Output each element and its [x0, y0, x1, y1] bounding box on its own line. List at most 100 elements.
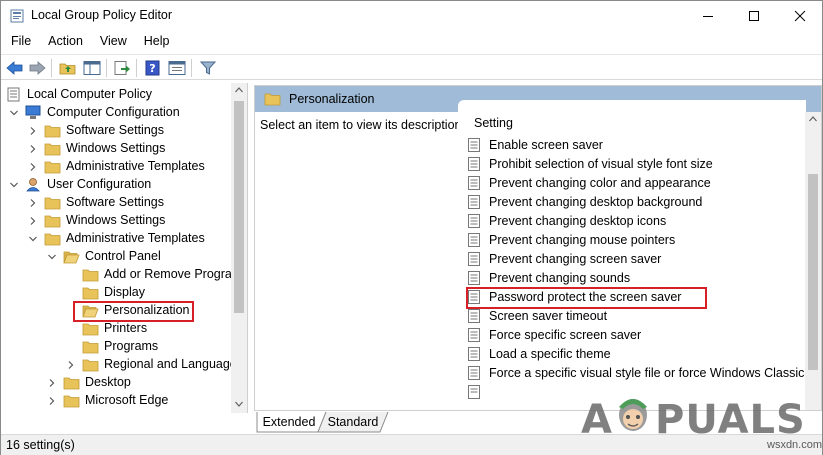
policy-setting-icon [468, 328, 480, 342]
menu-file[interactable]: File [1, 32, 38, 52]
folder-icon [82, 323, 99, 336]
chevron-right-icon [30, 217, 36, 225]
policy-setting-icon [468, 347, 480, 361]
chevron-right-icon [30, 163, 36, 171]
show-hide-tree-button[interactable] [82, 58, 102, 78]
folder-icon [82, 359, 99, 372]
folder-icon [82, 341, 99, 354]
folder-open-icon [63, 251, 80, 264]
up-folder-button[interactable] [58, 58, 78, 78]
computer-icon [25, 105, 41, 119]
scroll-down-icon [235, 401, 243, 407]
tree-scrollbar[interactable] [231, 83, 247, 413]
chevron-right-icon [30, 199, 36, 207]
folder-icon [44, 233, 61, 246]
setting-item-partial[interactable] [468, 383, 480, 399]
chevron-right-icon [30, 127, 36, 135]
menu-bar: File Action View Help [1, 32, 177, 52]
toolbar-separator [136, 59, 137, 77]
folder-icon [63, 377, 80, 390]
folder-icon [82, 287, 99, 300]
maximize-button[interactable] [731, 1, 777, 31]
tab-standard[interactable]: Standard [322, 412, 384, 432]
back-button[interactable] [5, 58, 25, 78]
minimize-button[interactable] [685, 1, 731, 31]
details-pane: Personalization Select an item to view i… [254, 85, 822, 411]
svg-text:?: ? [149, 62, 155, 75]
personalization-highlight [73, 301, 194, 322]
window: Local Group Policy Editor File Action Vi… [0, 0, 823, 455]
user-icon [26, 178, 40, 192]
export-list-button[interactable] [112, 58, 132, 78]
arrow-right-icon [29, 61, 46, 75]
toolbar-separator [191, 59, 192, 77]
arrow-left-icon [6, 61, 23, 75]
chevron-down-icon [10, 182, 18, 188]
site-watermark: wsxdn.com [767, 439, 823, 451]
filter-button[interactable] [198, 58, 218, 78]
chevron-down-icon [29, 236, 37, 242]
tree-pane: Local Computer Policy Computer Configura… [1, 83, 248, 413]
maximize-icon [749, 11, 759, 21]
chevron-right-icon [49, 397, 55, 405]
mascot-logo-icon [619, 399, 647, 431]
console-tree-icon [83, 61, 101, 75]
tree-scrollbar-thumb[interactable] [234, 101, 244, 313]
chevron-right-icon [49, 379, 55, 387]
policy-setting-icon [468, 385, 480, 399]
window-title: Local Group Policy Editor [31, 8, 173, 22]
scroll-up-icon [809, 116, 817, 122]
policy-setting-icon [468, 214, 480, 228]
forward-button[interactable] [27, 58, 47, 78]
scroll-up-icon [235, 87, 243, 93]
policy-setting-icon [468, 366, 480, 380]
policy-setting-icon [468, 138, 480, 152]
folder-icon [264, 93, 281, 106]
password-setting-highlight [466, 287, 707, 309]
toolbar-separator [106, 59, 107, 77]
export-icon [114, 61, 130, 75]
policy-setting-icon [468, 176, 480, 190]
folder-icon [44, 197, 61, 210]
help-button[interactable]: ? [143, 58, 163, 78]
policy-setting-icon [468, 252, 480, 266]
details-header-title: Personalization [289, 92, 375, 106]
settings-scrollbar[interactable] [805, 112, 821, 410]
title-bar: Local Group Policy Editor [1, 1, 822, 31]
folder-up-icon [59, 63, 76, 75]
policy-icon [7, 87, 20, 102]
toolbar-separator [51, 59, 52, 77]
chevron-down-icon [10, 110, 18, 116]
settings-scrollbar-thumb[interactable] [808, 174, 818, 370]
setting-column-header[interactable]: Setting [458, 100, 806, 130]
toolbar: ? [1, 54, 822, 80]
help-icon: ? [145, 60, 160, 76]
policy-editor-icon [10, 9, 24, 23]
folder-icon [44, 125, 61, 138]
status-text: 16 setting(s) [6, 438, 75, 452]
filter-icon [199, 61, 217, 75]
folder-icon [44, 215, 61, 228]
tab-extended[interactable]: Extended [258, 412, 320, 432]
policy-setting-icon [468, 195, 480, 209]
policy-setting-icon [468, 233, 480, 247]
minimize-icon [703, 16, 713, 17]
folder-icon [82, 269, 99, 282]
chevron-right-icon [68, 361, 74, 369]
properties-icon [168, 61, 186, 75]
folder-icon [44, 161, 61, 174]
chevron-down-icon [48, 254, 56, 260]
policy-setting-icon [468, 271, 480, 285]
policy-setting-icon [468, 309, 480, 323]
close-button[interactable] [777, 1, 823, 31]
menu-help[interactable]: Help [134, 32, 177, 52]
properties-button[interactable] [167, 58, 187, 78]
menu-action[interactable]: Action [38, 32, 90, 52]
chevron-right-icon [30, 145, 36, 153]
folder-icon [63, 395, 80, 408]
description-text: Select an item to view its description. [260, 118, 465, 132]
folder-icon [44, 143, 61, 156]
close-icon [794, 10, 806, 22]
menu-view[interactable]: View [90, 32, 134, 52]
policy-setting-icon [468, 157, 480, 171]
